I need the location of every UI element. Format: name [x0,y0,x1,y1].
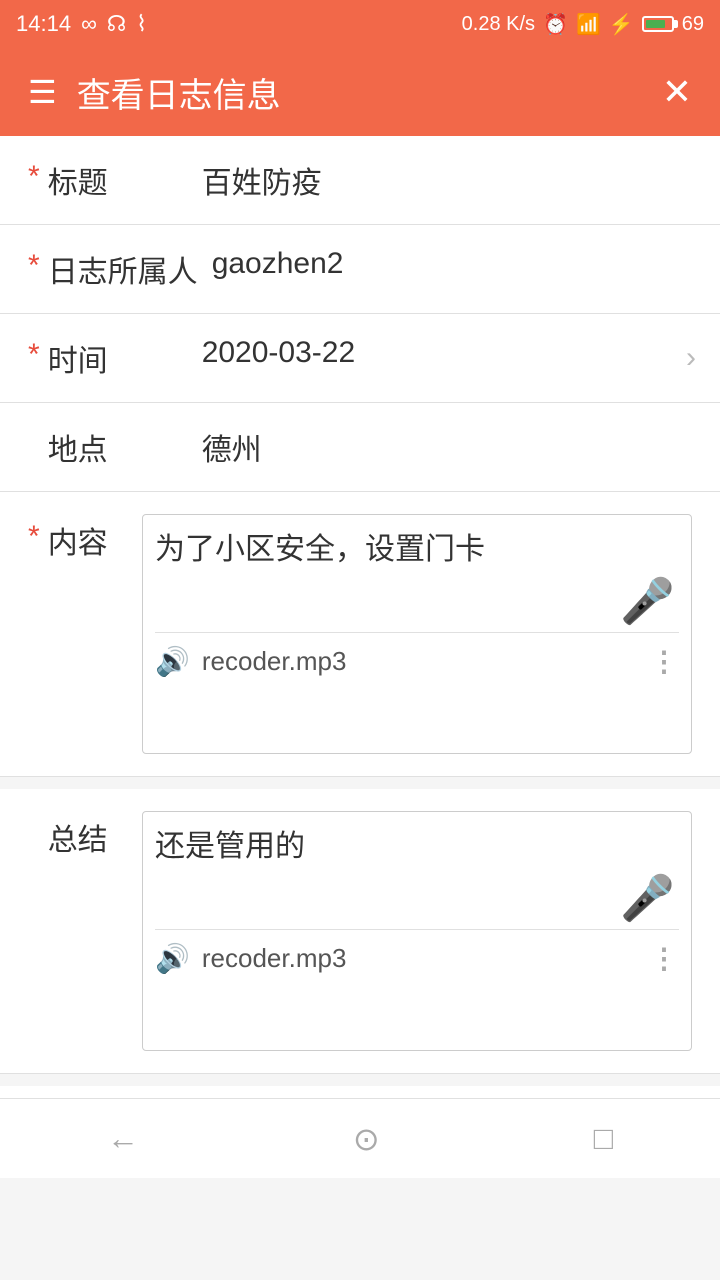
spacer-2 [0,1074,720,1086]
summary-spacer: * [28,817,40,851]
content-speaker-icon: 🔊 [155,645,190,678]
network-infinity-icon: ∞ [81,11,97,37]
bottom-back-button[interactable]: ← [107,1120,139,1157]
title-label: 标题 [48,158,188,202]
time-display: 14:14 [16,11,71,37]
summary-textarea-box[interactable]: 还是管用的 🎤 🔊 recoder.mp3 ⋮ [142,811,692,1051]
toolbar: ☰ 查看日志信息 ✕ [0,48,720,136]
location-field-row: * 地点 德州 [0,403,720,492]
content-label-wrapper: * 内容 [28,514,128,562]
content-text: 为了小区安全，设置门卡 [155,527,679,572]
location-label: 地点 [48,425,188,469]
owner-required-star: * [28,249,40,283]
spacer-1 [0,777,720,789]
summary-audio-filename: recoder.mp3 [202,943,347,974]
summary-label-wrapper: * 总结 [28,811,128,859]
summary-audio-more-icon[interactable]: ⋮ [650,942,679,975]
usb-icon: ⌇ [136,11,147,37]
owner-label: 日志所属人 [48,247,198,291]
toolbar-left: ☰ 查看日志信息 [28,68,281,117]
home-circle-icon: ⊙ [353,1120,380,1158]
time-value: 2020-03-22 [188,336,692,370]
title-value: 百姓防疫 [188,158,692,202]
battery-level: 69 [682,13,704,36]
content-audio-more-icon[interactable]: ⋮ [650,645,679,678]
summary-audio-item: 🔊 recoder.mp3 ⋮ [155,929,679,975]
time-label: 时间 [48,336,188,380]
status-bar: 14:14 ∞ ☊ ⌇ 0.28 K/s ⏰ 📶 ⚡ 69 [0,0,720,48]
content-area: * 标题 百姓防疫 * 日志所属人 gaozhen2 * 时间 2020-03-… [0,136,720,1098]
menu-icon[interactable]: ☰ [28,73,57,111]
location-value: 德州 [188,425,692,469]
owner-field-row: * 日志所属人 gaozhen2 [0,225,720,314]
content-mic-icon[interactable]: 🎤 [620,575,675,627]
owner-value: gaozhen2 [198,247,692,281]
time-required-star: * [28,338,40,372]
close-button[interactable]: ✕ [662,71,692,113]
alarm-icon: ⏰ [543,12,568,37]
bottom-navigation-bar: ← ⊙ □ [0,1098,720,1178]
battery-icon [642,16,674,32]
toolbar-title: 查看日志信息 [77,68,281,117]
summary-label: 总结 [48,815,108,859]
summary-audio-left: 🔊 recoder.mp3 [155,942,346,975]
time-field-row[interactable]: * 时间 2020-03-22 › [0,314,720,403]
bottom-spacer [0,1086,720,1098]
back-arrow-icon: ← [107,1120,139,1157]
network-speed: 0.28 K/s [462,13,535,36]
signal-strength-icon: 📶 [576,12,601,37]
bottom-recents-button[interactable]: □ [594,1120,613,1157]
summary-speaker-icon: 🔊 [155,942,190,975]
status-right: 0.28 K/s ⏰ 📶 ⚡ 69 [462,12,704,37]
summary-field-row: * 总结 还是管用的 🎤 🔊 recoder.mp3 ⋮ [0,789,720,1074]
content-label: 内容 [48,518,108,562]
content-field-row: * 内容 为了小区安全，设置门卡 🎤 🔊 recoder.mp3 ⋮ [0,492,720,777]
summary-text: 还是管用的 [155,824,679,869]
chevron-right-icon: › [686,341,696,375]
signal-icon: ☊ [107,11,127,37]
content-audio-left: 🔊 recoder.mp3 [155,645,346,678]
summary-mic-icon[interactable]: 🎤 [620,872,675,924]
lightning-icon: ⚡ [609,12,634,37]
recents-square-icon: □ [594,1120,613,1157]
title-required-star: * [28,160,40,194]
content-audio-filename: recoder.mp3 [202,646,347,677]
location-spacer: * [28,427,40,461]
title-field-row: * 标题 百姓防疫 [0,136,720,225]
bottom-home-button[interactable]: ⊙ [353,1120,380,1158]
status-left: 14:14 ∞ ☊ ⌇ [16,11,147,37]
content-textarea-box[interactable]: 为了小区安全，设置门卡 🎤 🔊 recoder.mp3 ⋮ [142,514,692,754]
content-audio-item: 🔊 recoder.mp3 ⋮ [155,632,679,678]
content-required-star: * [28,520,40,554]
